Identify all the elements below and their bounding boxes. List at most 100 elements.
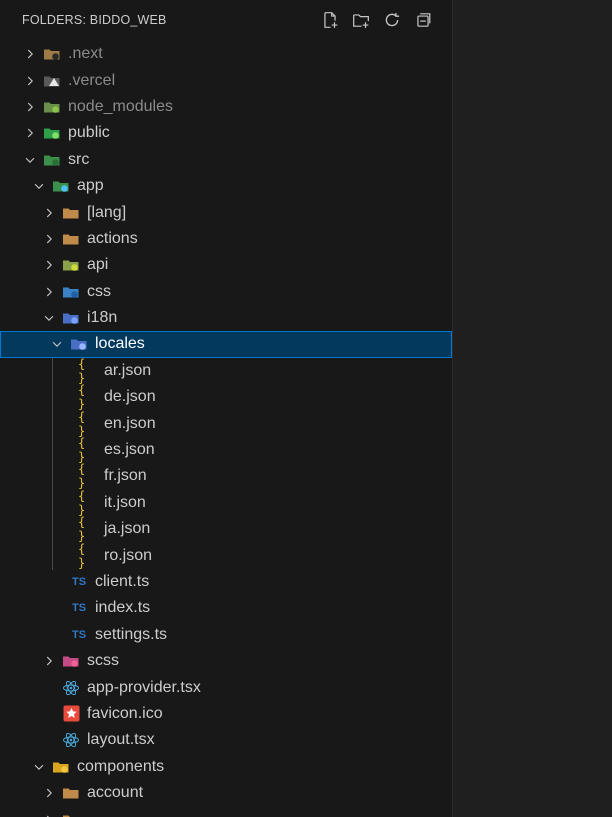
new-folder-button[interactable] — [350, 9, 372, 31]
i18n-folder-icon — [61, 309, 81, 327]
folder-row[interactable]: css — [0, 279, 452, 305]
file-row[interactable]: layout.tsx — [0, 727, 452, 753]
public-folder-icon — [42, 124, 62, 142]
folder-row[interactable]: components — [0, 754, 452, 780]
file-row[interactable]: { } it.json — [0, 488, 452, 517]
json-icon: { } — [78, 436, 86, 465]
chevron-down-icon[interactable] — [41, 310, 57, 326]
editor-area — [453, 0, 612, 817]
file-row[interactable]: TS client.ts — [0, 569, 452, 595]
folder-row[interactable]: account — [0, 780, 452, 806]
file-row[interactable]: { } en.json — [0, 409, 452, 438]
folder-icon — [61, 811, 81, 817]
refresh-button[interactable] — [381, 9, 403, 31]
folder-row[interactable] — [0, 806, 452, 817]
folder-row[interactable]: public — [0, 120, 452, 146]
folder-row[interactable]: [lang] — [0, 199, 452, 225]
file-explorer-panel: FOLDERS: BIDDO_WEB .next .vercel node_mo… — [0, 0, 453, 817]
json-icon: { } — [78, 356, 86, 385]
json-icon: { } — [78, 462, 86, 491]
file-tree: .next .vercel node_modules public src app… — [0, 41, 452, 817]
chevron-down-icon[interactable] — [31, 178, 47, 194]
tree-item-label: ar.json — [104, 361, 152, 379]
file-row[interactable]: { } ro.json — [0, 542, 452, 570]
scss-folder-icon — [61, 652, 81, 670]
file-row[interactable]: { } de.json — [0, 383, 452, 411]
folder-row[interactable]: src — [0, 147, 452, 173]
chevron-down-icon[interactable] — [31, 759, 47, 775]
tree-item-label: src — [68, 150, 90, 168]
explorer-title: FOLDERS: BIDDO_WEB — [22, 13, 167, 27]
folder-row[interactable]: .vercel — [0, 67, 452, 93]
chevron-right-icon[interactable] — [41, 231, 57, 247]
chevron-right-icon[interactable] — [22, 125, 38, 141]
collapse-all-button[interactable] — [412, 9, 434, 31]
locales-folder-icon — [69, 335, 89, 353]
tree-item-label: en.json — [104, 414, 156, 432]
new-file-button[interactable] — [319, 9, 341, 31]
vercel-folder-icon — [42, 72, 62, 90]
tree-item-label: ja.json — [104, 520, 151, 538]
favicon-icon — [61, 705, 81, 723]
react-icon — [61, 679, 81, 697]
folder-row[interactable]: node_modules — [0, 94, 452, 120]
folder-row[interactable]: i18n — [0, 305, 452, 331]
tree-item-label: node_modules — [68, 97, 173, 115]
chevron-right-icon[interactable] — [41, 812, 57, 817]
chevron-down-icon[interactable] — [49, 336, 65, 352]
tree-item-label: locales — [95, 335, 145, 353]
typescript-icon: TS — [71, 628, 87, 641]
folder-row[interactable]: scss — [0, 648, 452, 674]
tree-item-label: account — [87, 784, 144, 802]
json-icon: { } — [78, 409, 86, 438]
tree-item-label: index.ts — [95, 599, 151, 617]
tree-item-label: actions — [87, 229, 138, 247]
node-folder-icon — [42, 98, 62, 116]
tree-item-label: it.json — [104, 493, 146, 511]
chevron-right-icon[interactable] — [22, 46, 38, 62]
folder-row[interactable]: .next — [0, 41, 452, 67]
file-row[interactable]: { } es.json — [0, 436, 452, 465]
file-row[interactable]: TS index.ts — [0, 595, 452, 621]
file-row[interactable]: favicon.ico — [0, 701, 452, 727]
tree-item-label: settings.ts — [95, 625, 168, 643]
tree-item-label: es.json — [104, 441, 155, 459]
file-row[interactable]: { } ar.json — [0, 356, 452, 385]
explorer-header: FOLDERS: BIDDO_WEB — [0, 0, 452, 40]
tree-item-label: i18n — [87, 309, 118, 327]
chevron-right-icon[interactable] — [41, 284, 57, 300]
tree-item-label: .vercel — [68, 71, 116, 89]
json-icon: { } — [78, 488, 86, 517]
chevron-right-icon[interactable] — [41, 205, 57, 221]
folder-row[interactable]: locales — [0, 331, 452, 358]
chevron-right-icon[interactable] — [22, 99, 38, 115]
app-folder-icon — [51, 177, 71, 195]
react-icon — [61, 731, 81, 749]
file-row[interactable]: TS settings.ts — [0, 622, 452, 648]
tree-item-label: de.json — [104, 388, 156, 406]
chevron-down-icon[interactable] — [22, 152, 38, 168]
file-row[interactable]: { } ja.json — [0, 515, 452, 544]
tree-item-label: css — [87, 282, 111, 300]
chevron-right-icon[interactable] — [41, 257, 57, 273]
file-row[interactable]: app-provider.tsx — [0, 674, 452, 700]
chevron-right-icon[interactable] — [41, 785, 57, 801]
collapse-all-icon — [417, 13, 431, 27]
chevron-right-icon[interactable] — [41, 653, 57, 669]
folder-row[interactable]: actions — [0, 226, 452, 252]
src-folder-icon — [42, 151, 62, 169]
folder-row[interactable]: api — [0, 252, 452, 278]
folder-icon — [61, 204, 81, 222]
new-folder-icon — [353, 14, 369, 28]
chevron-right-icon[interactable] — [22, 73, 38, 89]
tree-item-label: public — [68, 124, 110, 142]
tree-item-label: components — [77, 757, 165, 775]
api-folder-icon — [61, 256, 81, 274]
folder-icon — [61, 230, 81, 248]
file-row[interactable]: { } fr.json — [0, 462, 452, 491]
folder-row[interactable]: app — [0, 173, 452, 199]
tree-item-label: favicon.ico — [87, 704, 163, 722]
tree-item-label: layout.tsx — [87, 731, 155, 749]
json-icon: { } — [78, 515, 86, 544]
explorer-actions — [319, 9, 434, 31]
